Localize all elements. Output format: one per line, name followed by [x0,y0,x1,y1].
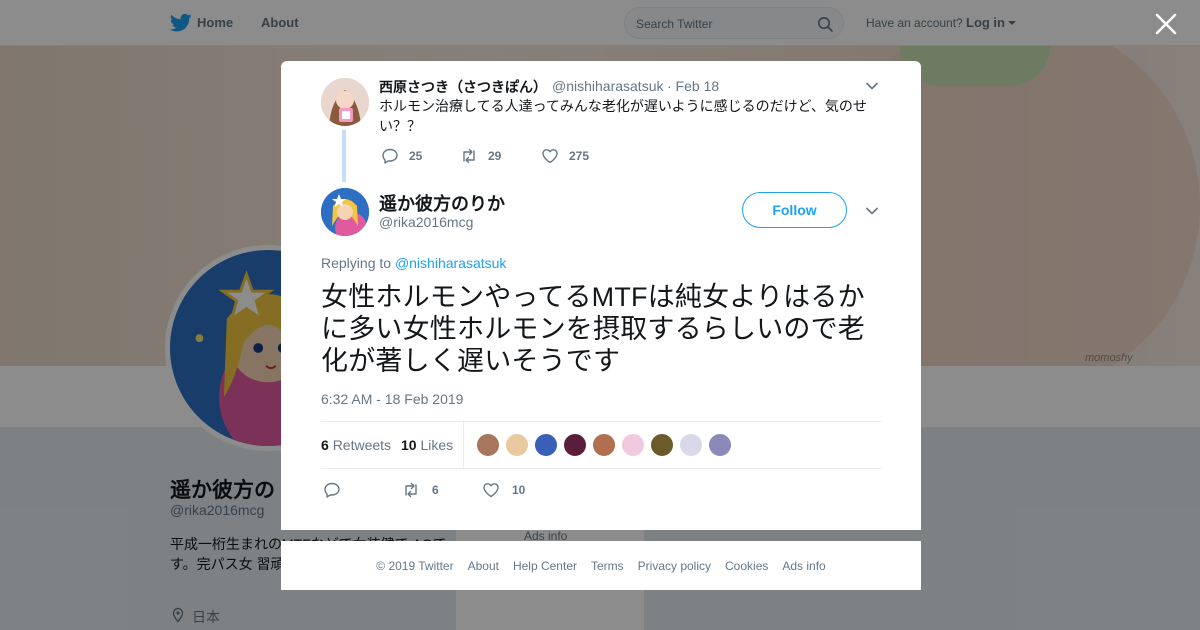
liker-avatar[interactable] [592,433,616,457]
parent-tweet-author-name[interactable]: 西原さつき（さつきぽん） [379,77,547,97]
retweets-stat-label: Retweets [332,437,392,453]
footer-about-link[interactable]: About [468,559,499,573]
liker-avatar[interactable] [708,433,732,457]
heart-icon [542,149,558,164]
footer-privacy-link[interactable]: Privacy policy [638,559,711,573]
footer-help-link[interactable]: Help Center [513,559,577,573]
retweet-icon [405,482,417,498]
liker-avatar[interactable] [534,433,558,457]
like-action-count: 10 [512,483,526,497]
tweet-author-handle[interactable]: @rika2016mcg [379,214,473,230]
parent-like-count: 275 [569,149,590,163]
retweet-action-count: 6 [432,483,439,497]
tweet-stats: 6 Retweets 10 Likes [321,421,881,469]
retweets-stat[interactable]: 6 Retweets [321,437,391,453]
footer-cookies-link[interactable]: Cookies [725,559,768,573]
likes-stat-label: Likes [420,437,454,453]
footer-ads-link[interactable]: Ads info [782,559,825,573]
thread-connector [342,130,346,182]
parent-retweet-count: 29 [488,149,502,163]
parent-reply-count: 25 [409,149,423,163]
footer: © 2019 Twitter About Help Center Terms P… [281,541,921,590]
likes-stat[interactable]: 10 Likes [401,437,453,453]
replying-to-handle-link[interactable]: @nishiharasatsuk [395,255,507,271]
close-icon[interactable] [1153,11,1179,37]
tweet-menu-chevron-icon[interactable] [864,203,880,219]
reply-icon [382,148,398,164]
footer-links: © 2019 Twitter About Help Center Terms P… [281,559,921,573]
retweet-icon [463,148,475,164]
parent-retweet-action[interactable]: 29 [460,147,501,165]
like-action[interactable]: 10 [482,481,525,499]
parent-tweet-handle[interactable]: @nishiharasatsuk [552,78,664,94]
parent-tweet-menu-chevron-icon[interactable] [864,78,880,94]
reply-icon [324,482,340,498]
footer-copyright: © 2019 Twitter [376,559,454,573]
follow-button[interactable]: Follow [742,192,847,228]
tweet-modal: 西原さつき（さつきぽん） @nishiharasatsuk · Feb 18 ホ… [281,61,921,530]
stats-divider [463,422,464,468]
parent-reply-action[interactable]: 25 [381,147,422,165]
footer-terms-link[interactable]: Terms [591,559,624,573]
reply-action[interactable] [323,481,341,499]
parent-like-action[interactable]: 275 [541,147,589,165]
liker-avatar[interactable] [621,433,645,457]
heart-icon [483,483,499,498]
parent-tweet-text: ホルモン治療してる人達ってみんな老化が遅いように感じるのだけど、気のせい？？ [379,98,867,134]
replying-to: Replying to @nishiharasatsuk [321,255,506,271]
tweet-timestamp[interactable]: 6:32 AM - 18 Feb 2019 [321,391,463,407]
liker-avatar[interactable] [476,433,500,457]
tweet-text: 女性ホルモンやってるMTFは純女よりはるかに多い女性ホルモンを摂取するらしいので… [321,282,865,376]
liker-avatar[interactable] [679,433,703,457]
liker-avatar[interactable] [650,433,674,457]
parent-tweet-date[interactable]: · Feb 18 [667,78,719,94]
liker-avatar[interactable] [505,433,529,457]
likes-stat-count: 10 [401,437,417,453]
liker-avatar[interactable] [563,433,587,457]
parent-tweet-avatar[interactable] [321,78,369,126]
retweet-action[interactable]: 6 [402,481,439,499]
tweet-author-name[interactable]: 遥か彼方のりか [379,190,505,216]
replying-to-label: Replying to [321,255,392,271]
retweets-stat-count: 6 [321,437,329,453]
tweet-author-avatar[interactable] [321,188,369,236]
